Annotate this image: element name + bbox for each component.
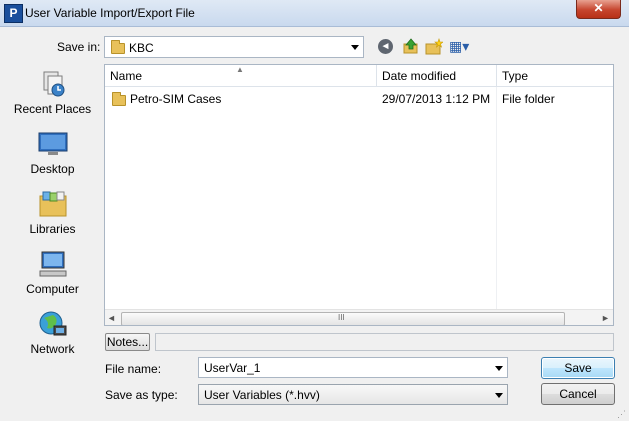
up-one-level-button[interactable]	[402, 37, 420, 55]
file-name: Petro-SIM Cases	[130, 92, 222, 106]
file-name-label: File name:	[105, 362, 162, 376]
file-name-value: UserVar_1	[204, 361, 261, 375]
chevron-down-icon[interactable]	[495, 366, 503, 371]
place-libraries[interactable]: Libraries	[5, 184, 100, 242]
save-as-type-label: Save as type:	[105, 388, 178, 402]
recent-places-icon	[43, 71, 65, 97]
place-label: Computer	[26, 282, 79, 296]
title-bar: P User Variable Import/Export File ✕	[0, 0, 629, 27]
scroll-right-icon[interactable]: ►	[601, 313, 610, 323]
views-menu-button[interactable]: ▦▾	[449, 38, 475, 56]
place-label: Libraries	[29, 222, 76, 236]
place-recent-places[interactable]: Recent Places	[5, 64, 100, 122]
chevron-down-icon	[495, 393, 503, 398]
save-button[interactable]: Save	[541, 357, 615, 379]
close-icon: ✕	[593, 1, 604, 15]
desktop-icon	[38, 132, 68, 155]
scrollbar-thumb[interactable]: III	[121, 312, 565, 325]
save-in-value: KBC	[129, 41, 154, 55]
horizontal-scrollbar[interactable]: ◄ III ►	[105, 309, 613, 325]
place-label: Network	[30, 342, 75, 356]
network-icon	[39, 311, 67, 336]
chevron-down-icon	[351, 45, 359, 50]
file-row[interactable]: Petro-SIM Cases 29/07/2013 1:12 PM File …	[105, 89, 613, 109]
save-as-type-value: User Variables (*.hvv)	[204, 388, 320, 402]
column-header-type[interactable]: Type	[497, 65, 613, 87]
window-title: User Variable Import/Export File	[25, 6, 195, 20]
save-as-type-dropdown[interactable]: User Variables (*.hvv)	[198, 384, 508, 405]
save-in-dropdown[interactable]: KBC	[104, 36, 364, 58]
column-header-date-modified[interactable]: Date modified	[377, 65, 497, 87]
app-icon[interactable]: P	[4, 4, 23, 23]
file-type: File folder	[502, 92, 555, 106]
folder-icon	[111, 40, 125, 54]
scrollbar-grip-icon: III	[338, 313, 345, 322]
place-network[interactable]: Network	[5, 304, 100, 362]
libraries-icon	[39, 191, 67, 217]
views-icon: ▦▾	[449, 38, 470, 54]
save-in-label: Save in:	[57, 40, 101, 54]
places-bar: Recent Places Desktop Libraries Computer	[5, 64, 100, 366]
file-list[interactable]: Name ▲ Date modified Type Petro-SIM Case…	[104, 64, 614, 326]
notes-field	[155, 333, 614, 351]
column-divider	[496, 87, 497, 309]
close-button[interactable]: ✕	[576, 0, 621, 19]
place-desktop[interactable]: Desktop	[5, 124, 100, 182]
computer-icon	[39, 251, 67, 277]
place-label: Desktop	[30, 162, 75, 176]
folder-icon	[112, 92, 126, 106]
new-folder-icon	[425, 38, 444, 55]
place-computer[interactable]: Computer	[5, 244, 100, 302]
file-date: 29/07/2013 1:12 PM	[382, 92, 491, 106]
resize-grip-icon[interactable]: ⋰	[617, 409, 626, 420]
scroll-left-icon[interactable]: ◄	[107, 313, 116, 323]
cancel-button[interactable]: Cancel	[541, 383, 615, 405]
notes-button[interactable]: Notes...	[105, 333, 150, 351]
new-folder-button[interactable]	[425, 38, 444, 56]
back-icon: ◄	[380, 41, 391, 52]
place-label: Recent Places	[13, 102, 92, 116]
back-button[interactable]: ◄	[378, 39, 393, 54]
up-folder-icon	[403, 38, 418, 54]
sort-ascending-icon: ▲	[236, 65, 244, 74]
file-name-input[interactable]: UserVar_1	[198, 357, 508, 378]
